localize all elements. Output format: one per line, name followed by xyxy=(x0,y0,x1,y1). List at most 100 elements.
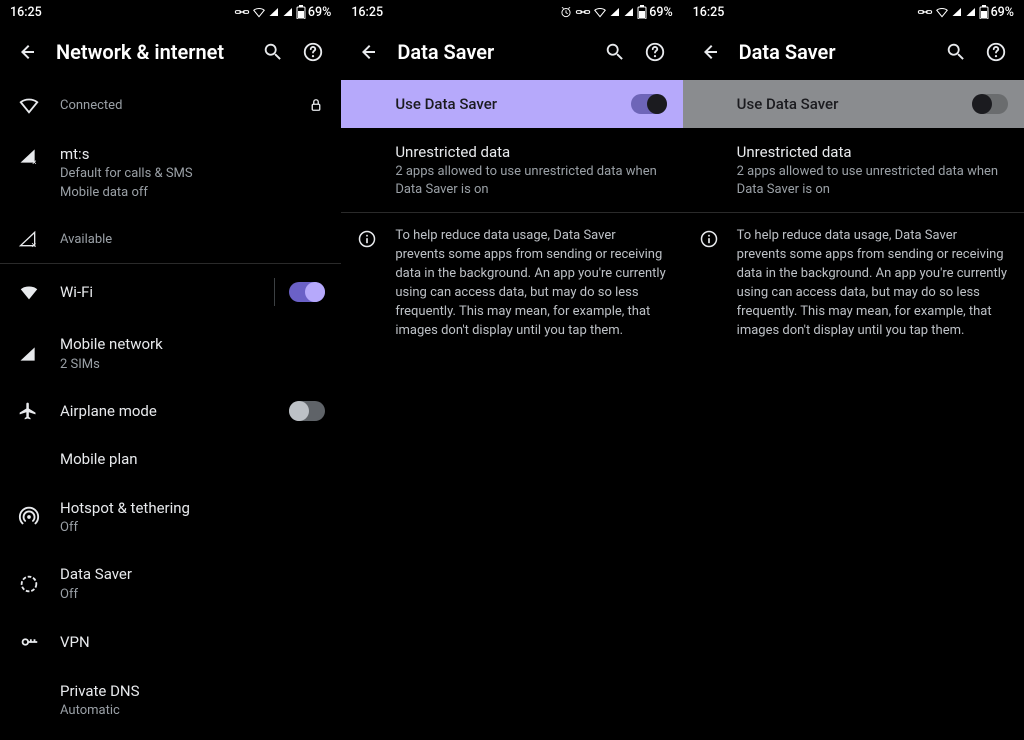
mobile-plan-item[interactable]: Mobile plan xyxy=(0,435,341,483)
signal2-icon xyxy=(282,6,294,18)
unrestricted-data-item[interactable]: Unrestricted data 2 apps allowed to use … xyxy=(683,128,1024,212)
hotspot-label: Hotspot & tethering xyxy=(60,498,325,518)
info-block: To help reduce data usage, Data Saver pr… xyxy=(683,213,1024,354)
pane-network-internet: 16:25 69% Network & internet Connected ×… xyxy=(0,0,341,740)
datasaver-sub: Off xyxy=(60,586,325,604)
help-button[interactable] xyxy=(635,32,675,72)
unrestricted-title: Unrestricted data xyxy=(737,142,1008,162)
unrestricted-data-item[interactable]: Unrestricted data 2 apps allowed to use … xyxy=(341,128,682,212)
search-icon xyxy=(945,41,967,63)
airplane-item[interactable]: Airplane mode xyxy=(0,387,341,435)
data-saver-banner[interactable]: Use Data Saver xyxy=(341,80,682,128)
info-block: To help reduce data usage, Data Saver pr… xyxy=(341,213,682,354)
battery-icon xyxy=(637,5,647,19)
unrestricted-sub: 2 apps allowed to use unrestricted data … xyxy=(737,163,1008,198)
status-bar: 16:25 69% xyxy=(341,0,682,24)
wifi-item[interactable]: Wi-Fi xyxy=(0,264,341,320)
wifi-icon xyxy=(18,94,40,116)
svg-text:×: × xyxy=(32,158,37,166)
svg-text:×: × xyxy=(31,242,36,250)
airplane-toggle[interactable] xyxy=(289,401,325,421)
signal2-icon xyxy=(623,6,635,18)
signal1-icon xyxy=(609,6,621,18)
search-icon xyxy=(604,41,626,63)
dns-label: Private DNS xyxy=(60,681,325,701)
pane-data-saver-off: 16:25 69% Data Saver Use Data Saver Unre… xyxy=(683,0,1024,740)
data-saver-toggle-off[interactable] xyxy=(972,94,1008,114)
wifi-toggle[interactable] xyxy=(289,282,325,302)
data-saver-banner[interactable]: Use Data Saver xyxy=(683,80,1024,128)
link-icon xyxy=(917,4,933,20)
header: Data Saver xyxy=(341,24,682,80)
divider xyxy=(274,278,275,306)
back-button[interactable] xyxy=(349,32,389,72)
unrestricted-title: Unrestricted data xyxy=(395,142,666,162)
airplane-icon xyxy=(18,401,38,421)
vpn-label: VPN xyxy=(60,632,325,652)
sim1-item[interactable]: × mt:s Default for calls & SMS Mobile da… xyxy=(0,130,341,215)
header: Network & internet xyxy=(0,24,341,80)
dns-sub: Automatic xyxy=(60,702,325,720)
status-bar: 16:25 69% xyxy=(683,0,1024,24)
data-saver-toggle-on[interactable] xyxy=(631,94,667,114)
vpn-icon xyxy=(18,631,40,653)
page-title: Data Saver xyxy=(731,40,936,64)
banner-label: Use Data Saver xyxy=(395,95,630,113)
banner-label: Use Data Saver xyxy=(737,95,972,113)
status-indicators: 69% xyxy=(234,4,331,20)
datasaver-item[interactable]: Data Saver Off xyxy=(0,550,341,617)
info-icon xyxy=(357,229,377,249)
status-indicators: 69% xyxy=(917,4,1014,20)
alarm-icon xyxy=(559,5,573,19)
hotspot-sub: Off xyxy=(60,519,325,537)
wifi-status-label: Connected xyxy=(60,97,307,115)
battery-percent: 69% xyxy=(991,5,1014,20)
search-button[interactable] xyxy=(595,32,635,72)
mobile-network-item[interactable]: Mobile network 2 SIMs xyxy=(0,320,341,387)
wifi-label: Wi-Fi xyxy=(60,282,260,302)
link-icon xyxy=(575,4,591,20)
sim1-sub1: Default for calls & SMS xyxy=(60,165,325,183)
info-text: To help reduce data usage, Data Saver pr… xyxy=(737,227,1008,340)
sim1-name: mt:s xyxy=(60,144,325,164)
lock-icon xyxy=(307,96,325,114)
search-icon xyxy=(262,41,284,63)
mobile-network-label: Mobile network xyxy=(60,334,325,354)
help-icon xyxy=(985,41,1007,63)
vpn-item[interactable]: VPN xyxy=(0,617,341,667)
signal2-icon xyxy=(965,6,977,18)
back-button[interactable] xyxy=(691,32,731,72)
link-icon xyxy=(234,4,250,20)
airplane-label: Airplane mode xyxy=(60,401,289,421)
back-icon xyxy=(357,40,381,64)
mobile-network-sub: 2 SIMs xyxy=(60,356,325,374)
help-icon xyxy=(302,41,324,63)
sim2-item[interactable]: × Available xyxy=(0,215,341,263)
signal-icon: × xyxy=(18,146,38,166)
sim1-sub2: Mobile data off xyxy=(60,184,325,202)
status-time: 16:25 xyxy=(10,5,234,20)
wifi-connected-item[interactable]: Connected xyxy=(0,80,341,130)
back-icon xyxy=(699,40,723,64)
info-icon xyxy=(699,229,719,249)
battery-percent: 69% xyxy=(308,5,331,20)
signal1-icon xyxy=(951,6,963,18)
hotspot-item[interactable]: Hotspot & tethering Off xyxy=(0,484,341,551)
back-button[interactable] xyxy=(8,32,48,72)
info-text: To help reduce data usage, Data Saver pr… xyxy=(395,227,666,340)
page-title: Data Saver xyxy=(389,40,594,64)
status-indicators: 69% xyxy=(559,4,672,20)
back-icon xyxy=(16,40,40,64)
battery-icon xyxy=(296,5,306,19)
wifi-status-icon xyxy=(935,5,949,19)
help-button[interactable] xyxy=(976,32,1016,72)
search-button[interactable] xyxy=(936,32,976,72)
header: Data Saver xyxy=(683,24,1024,80)
page-title: Network & internet xyxy=(48,40,253,64)
datasaver-label: Data Saver xyxy=(60,564,325,584)
search-button[interactable] xyxy=(253,32,293,72)
sim2-status: Available xyxy=(60,231,325,249)
private-dns-item[interactable]: Private DNS Automatic xyxy=(0,667,341,734)
help-button[interactable] xyxy=(293,32,333,72)
unrestricted-sub: 2 apps allowed to use unrestricted data … xyxy=(395,163,666,198)
